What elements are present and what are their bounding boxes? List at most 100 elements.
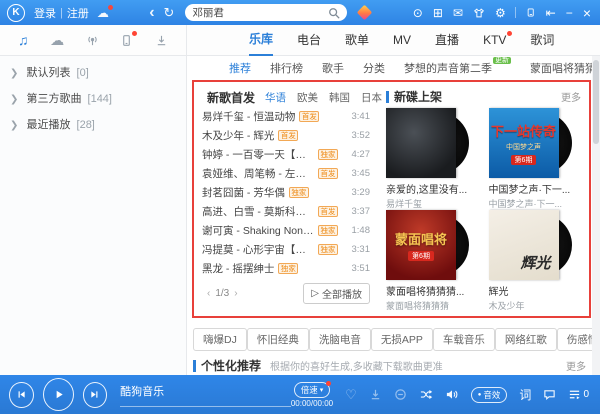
scrollbar-thumb[interactable] xyxy=(593,60,599,144)
subtab-charts[interactable]: 排行榜 xyxy=(270,60,303,76)
chip-lossless-app[interactable]: 无损APP xyxy=(371,328,433,351)
download-icon[interactable] xyxy=(369,388,382,401)
subtab-singers[interactable]: 歌手 xyxy=(322,60,344,76)
play-button[interactable] xyxy=(43,378,74,411)
mobile-icon[interactable] xyxy=(120,34,133,47)
album-cover[interactable] xyxy=(386,108,456,178)
next-button[interactable] xyxy=(83,382,108,408)
previous-button[interactable] xyxy=(9,382,34,408)
volume-icon[interactable] xyxy=(445,388,459,401)
song-row[interactable]: 高进、白雪 - 莫斯科郊外的... 首发 3:37 xyxy=(202,202,370,221)
download-manager-icon[interactable] xyxy=(155,34,168,47)
album-grid: 亲爱的,这里没有... 易烊千玺 下一站传奇 中国梦之声 第6期 中国 xyxy=(386,108,581,312)
chip-car-music[interactable]: 车载音乐 xyxy=(433,328,495,351)
sidebar-item-count: [144] xyxy=(88,93,112,105)
album-card[interactable]: 辉光 辉光 木及少年 xyxy=(489,210,582,312)
dock-side-icon[interactable]: ⇤ xyxy=(546,7,556,19)
tab-mv[interactable]: MV xyxy=(393,26,411,55)
subtab-recommend[interactable]: 推荐 xyxy=(229,60,251,76)
scrollbar-track[interactable] xyxy=(592,56,600,375)
page-next-icon[interactable]: › xyxy=(234,288,237,299)
lang-tab-korean[interactable]: 韩国 xyxy=(329,90,350,105)
search-box[interactable]: 邓丽君 xyxy=(185,4,347,21)
album-cover[interactable]: 辉光 xyxy=(489,210,559,280)
chevron-right-icon: ❯ xyxy=(10,120,18,131)
song-row[interactable]: 封茗囧菌 - 芳华偶 独家 3:29 xyxy=(202,183,370,202)
tab-ktv[interactable]: KTV xyxy=(483,26,506,55)
settings-gear-icon[interactable]: ⚙ xyxy=(495,7,506,19)
login-link[interactable]: 登录 xyxy=(34,5,56,21)
tab-playlists[interactable]: 歌单 xyxy=(345,26,369,55)
comment-icon[interactable] xyxy=(543,388,556,401)
album-card[interactable]: 下一站传奇 中国梦之声 第6期 中国梦之声·下一... 中国梦之声·下一... xyxy=(489,108,582,210)
song-row[interactable]: 袁娅维、周笔畅 - 左右风潮 首发 3:45 xyxy=(202,164,370,183)
now-playing-info: 酷狗音乐 xyxy=(120,383,291,407)
radio-icon[interactable] xyxy=(86,34,99,47)
tab-lyrics[interactable]: 歌词 xyxy=(530,26,554,55)
song-duration: 4:27 xyxy=(352,149,371,160)
album-card[interactable]: 蒙面唱将 第6期 蒙面唱将猜猜猜... 蒙面唱将猜猜猜 xyxy=(386,210,479,312)
sidebar-item-thirdparty[interactable]: ❯ 第三方歌曲 [144] xyxy=(0,86,186,112)
song-row[interactable]: 易烊千玺 - 恒温动物 首发 3:41 xyxy=(202,107,370,126)
lang-tab-western[interactable]: 欧美 xyxy=(297,90,318,105)
sidebar-item-default-list[interactable]: ❯ 默认列表 [0] xyxy=(0,60,186,86)
register-link[interactable]: 注册 xyxy=(67,5,89,21)
new-songs-section: 新歌首发 华语 欧美 韩国 日本 易烊千玺 - 恒温动物 首发 3:41 木及少… xyxy=(202,87,370,312)
shuffle-mode-icon[interactable] xyxy=(419,388,433,401)
chip-edm[interactable]: 洗脑电音 xyxy=(309,328,371,351)
album-title: 亲爱的,这里没有... xyxy=(386,181,474,196)
chip-dj[interactable]: 嗨爆DJ xyxy=(193,328,247,351)
tab-live[interactable]: 直播 xyxy=(435,26,459,55)
more-circle-icon[interactable] xyxy=(394,388,407,401)
song-row[interactable]: 钟婷 - 一百零一天【酷狗校际音超... 独家 4:27 xyxy=(202,145,370,164)
refresh-icon[interactable]: ↻ xyxy=(164,6,175,19)
subtab-categories[interactable]: 分类 xyxy=(363,60,385,76)
album-cover[interactable]: 下一站传奇 中国梦之声 第6期 xyxy=(489,108,559,178)
albums-more-link[interactable]: 更多 xyxy=(561,89,581,104)
cloud-sync-icon[interactable]: ☁ xyxy=(97,7,109,19)
close-button[interactable]: × xyxy=(583,6,591,20)
favorite-icon[interactable]: ♡ xyxy=(345,387,357,403)
lang-tab-chinese[interactable]: 华语 xyxy=(265,90,286,105)
lang-tab-japanese[interactable]: 日本 xyxy=(361,90,382,105)
sidebar-item-count: [0] xyxy=(77,67,89,79)
personalized-more-link[interactable]: 更多 xyxy=(566,358,586,373)
tab-music-library[interactable]: 乐库 xyxy=(249,25,273,56)
cloud-music-icon[interactable]: ☁ xyxy=(50,33,64,47)
album-cover[interactable]: 蒙面唱将 第6期 xyxy=(386,210,456,280)
skin-shirt-icon[interactable] xyxy=(473,7,485,19)
song-row[interactable]: 冯提莫 - 心形宇宙【将夜影视剧流... 独家 3:31 xyxy=(202,240,370,259)
minimize-button[interactable]: − xyxy=(566,7,573,19)
subtab-sound-of-dream[interactable]: 梦想的声音第二季更新 xyxy=(404,60,511,76)
local-music-icon[interactable]: ♫ xyxy=(18,33,29,47)
skin-color-icon[interactable] xyxy=(357,5,373,21)
song-row[interactable]: 谢可寅 - Shaking Non-Stop (Live) 独家 1:48 xyxy=(202,221,370,240)
play-queue-button[interactable]: 0 xyxy=(568,388,589,401)
song-row[interactable]: 木及少年 - 辉光 首发 3:52 xyxy=(202,126,370,145)
song-duration: 3:51 xyxy=(352,263,371,274)
page-prev-icon[interactable]: ‹ xyxy=(207,288,210,299)
chip-classics[interactable]: 怀旧经典 xyxy=(247,328,309,351)
back-icon[interactable]: ‹ xyxy=(149,5,154,21)
apps-grid-icon[interactable]: ⊞ xyxy=(433,7,443,19)
play-all-button[interactable]: ▷ 全部播放 xyxy=(303,283,370,304)
tab-radio[interactable]: 电台 xyxy=(297,26,321,55)
chip-internet-hits[interactable]: 网络红歌 xyxy=(495,328,557,351)
sidebar-item-recent[interactable]: ❯ 最近播放 [28] xyxy=(0,112,186,138)
new-albums-section: 新碟上架 更多 亲爱的,这里没有... 易烊千玺 xyxy=(386,87,581,312)
search-icon[interactable] xyxy=(328,7,340,19)
playback-speed-button[interactable]: 倍速 ▾ xyxy=(294,382,331,398)
search-input[interactable]: 邓丽君 xyxy=(192,5,328,20)
lyrics-toggle[interactable]: 词 xyxy=(519,386,531,403)
song-badge: 独家 xyxy=(289,187,309,198)
subtab-masked-singer[interactable]: 蒙面唱将猜猜猜第二季更新 xyxy=(530,60,600,76)
song-row[interactable]: 黑龙 - 摇摆绅士 独家 3:51 xyxy=(202,259,370,278)
listen-radar-icon[interactable]: ⊙ xyxy=(413,7,423,19)
progress-bar[interactable] xyxy=(120,406,291,407)
sidebar-icon-strip: ♫ ☁ xyxy=(0,25,187,55)
sound-effect-button[interactable]: ● 音效 xyxy=(471,387,508,403)
album-card[interactable]: 亲爱的,这里没有... 易烊千玺 xyxy=(386,108,479,210)
kugou-logo[interactable]: K xyxy=(7,4,25,22)
message-icon[interactable]: ✉ xyxy=(453,7,463,19)
mini-player-icon[interactable] xyxy=(525,7,536,18)
